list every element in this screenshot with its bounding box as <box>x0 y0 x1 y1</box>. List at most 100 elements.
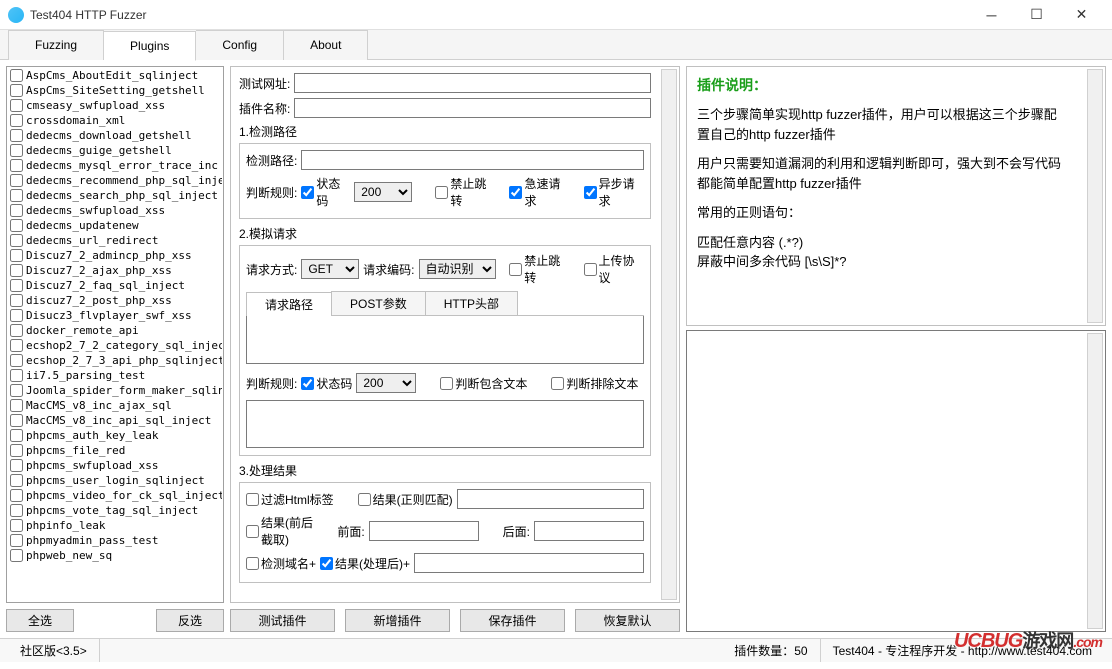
status-code-check[interactable] <box>301 186 314 199</box>
plugin-checkbox[interactable] <box>10 459 23 472</box>
plugin-checkbox[interactable] <box>10 504 23 517</box>
plugin-checkbox[interactable] <box>10 444 23 457</box>
plugin-checkbox[interactable] <box>10 279 23 292</box>
minimize-button[interactable]: ─ <box>969 1 1014 29</box>
req-body-textarea[interactable] <box>246 316 644 364</box>
status-code-check2[interactable] <box>301 377 314 390</box>
plugin-list[interactable]: AspCms_AboutEdit_sqlinjectAspCms_SiteSet… <box>6 66 224 603</box>
plugin-checkbox[interactable] <box>10 354 23 367</box>
plugin-checkbox[interactable] <box>10 189 23 202</box>
new-plugin-button[interactable]: 新增插件 <box>345 609 450 632</box>
plugin-item[interactable]: crossdomain_xml <box>8 113 222 128</box>
async-req-check[interactable] <box>584 186 597 199</box>
result-after-check[interactable] <box>320 557 333 570</box>
plugin-item[interactable]: MacCMS_v8_inc_api_sql_inject <box>8 413 222 428</box>
plugin-item[interactable]: AspCms_SiteSetting_getshell <box>8 83 222 98</box>
req-encoding-select[interactable]: 自动识别 <box>419 259 496 279</box>
test-plugin-button[interactable]: 测试插件 <box>230 609 335 632</box>
plugin-checkbox[interactable] <box>10 264 23 277</box>
plugin-item[interactable]: phpcms_swfupload_xss <box>8 458 222 473</box>
plugin-item[interactable]: dedecms_download_getshell <box>8 128 222 143</box>
no-redirect-check2[interactable] <box>509 263 522 276</box>
invert-select-button[interactable]: 反选 <box>156 609 224 632</box>
result-after-input[interactable] <box>414 553 644 573</box>
plugin-checkbox[interactable] <box>10 414 23 427</box>
detect-path-input[interactable] <box>301 150 644 170</box>
plugin-checkbox[interactable] <box>10 114 23 127</box>
plugin-item[interactable]: dedecms_mysql_error_trace_inc <box>8 158 222 173</box>
status-code-select2[interactable]: 200 <box>356 373 416 393</box>
judge-exclude-check[interactable] <box>551 377 564 390</box>
plugin-checkbox[interactable] <box>10 474 23 487</box>
plugin-checkbox[interactable] <box>10 144 23 157</box>
plugin-item[interactable]: ecshop2_7_2_category_sql_injec <box>8 338 222 353</box>
plugin-checkbox[interactable] <box>10 429 23 442</box>
plugin-checkbox[interactable] <box>10 519 23 532</box>
plugin-item[interactable]: Discuz7_2_faq_sql_inject <box>8 278 222 293</box>
req-method-select[interactable]: GET <box>301 259 359 279</box>
plugin-item[interactable]: phpcms_video_for_ck_sql_inject <box>8 488 222 503</box>
plugin-checkbox[interactable] <box>10 549 23 562</box>
plugin-checkbox[interactable] <box>10 294 23 307</box>
plugin-checkbox[interactable] <box>10 534 23 547</box>
plugin-item[interactable]: Joomla_spider_form_maker_sqlin <box>8 383 222 398</box>
select-all-button[interactable]: 全选 <box>6 609 74 632</box>
result-cut-check[interactable] <box>246 525 259 538</box>
plugin-name-input[interactable] <box>294 98 651 118</box>
plugin-item[interactable]: Disucz3_flvplayer_swf_xss <box>8 308 222 323</box>
plugin-item[interactable]: dedecms_updatenew <box>8 218 222 233</box>
plugin-item[interactable]: phpcms_vote_tag_sql_inject <box>8 503 222 518</box>
plugin-item[interactable]: AspCms_AboutEdit_sqlinject <box>8 68 222 83</box>
plugin-item[interactable]: dedecms_guige_getshell <box>8 143 222 158</box>
plugin-checkbox[interactable] <box>10 204 23 217</box>
plugin-checkbox[interactable] <box>10 369 23 382</box>
plugin-checkbox[interactable] <box>10 324 23 337</box>
plugin-item[interactable]: Discuz7_2_admincp_php_xss <box>8 248 222 263</box>
test-url-input[interactable] <box>294 73 651 93</box>
plugin-checkbox[interactable] <box>10 399 23 412</box>
status-code-select[interactable]: 200 <box>354 182 412 202</box>
plugin-item[interactable]: phpcms_auth_key_leak <box>8 428 222 443</box>
plugin-item[interactable]: dedecms_swfupload_xss <box>8 203 222 218</box>
plugin-item[interactable]: dedecms_recommend_php_sql_inje <box>8 173 222 188</box>
plugin-checkbox[interactable] <box>10 69 23 82</box>
tab-fuzzing[interactable]: Fuzzing <box>8 30 104 60</box>
plugin-checkbox[interactable] <box>10 384 23 397</box>
filter-html-check[interactable] <box>246 493 259 506</box>
plugin-item[interactable]: cmseasy_swfupload_xss <box>8 98 222 113</box>
restore-default-button[interactable]: 恢复默认 <box>575 609 680 632</box>
plugin-checkbox[interactable] <box>10 309 23 322</box>
plugin-item[interactable]: docker_remote_api <box>8 323 222 338</box>
sub-tab-post-params[interactable]: POST参数 <box>331 291 426 315</box>
plugin-checkbox[interactable] <box>10 174 23 187</box>
result-regex-check[interactable] <box>358 493 371 506</box>
plugin-checkbox[interactable] <box>10 339 23 352</box>
plugin-item[interactable]: phpmyadmin_pass_test <box>8 533 222 548</box>
plugin-item[interactable]: Discuz7_2_ajax_php_xss <box>8 263 222 278</box>
judge-contains-check[interactable] <box>440 377 453 390</box>
close-button[interactable]: ✕ <box>1059 1 1104 29</box>
plugin-checkbox[interactable] <box>10 129 23 142</box>
plugin-checkbox[interactable] <box>10 249 23 262</box>
maximize-button[interactable]: ☐ <box>1014 1 1059 29</box>
plugin-item[interactable]: ecshop_2_7_3_api_php_sqlinject <box>8 353 222 368</box>
plugin-item[interactable]: ii7.5_parsing_test <box>8 368 222 383</box>
plugin-item[interactable]: phpinfo_leak <box>8 518 222 533</box>
tab-plugins[interactable]: Plugins <box>104 31 196 61</box>
plugin-item[interactable]: phpcms_file_red <box>8 443 222 458</box>
tab-about[interactable]: About <box>284 30 368 60</box>
plugin-item[interactable]: phpweb_new_sq <box>8 548 222 563</box>
plugin-item[interactable]: discuz7_2_post_php_xss <box>8 293 222 308</box>
save-plugin-button[interactable]: 保存插件 <box>460 609 565 632</box>
plugin-checkbox[interactable] <box>10 84 23 97</box>
upload-proto-check[interactable] <box>584 263 597 276</box>
sub-tab-http-header[interactable]: HTTP头部 <box>425 291 518 315</box>
plugin-item[interactable]: phpcms_user_login_sqlinject <box>8 473 222 488</box>
result-box[interactable] <box>686 330 1106 632</box>
back-input[interactable] <box>534 521 644 541</box>
plugin-checkbox[interactable] <box>10 99 23 112</box>
tab-config[interactable]: Config <box>196 30 284 60</box>
plugin-item[interactable]: MacCMS_v8_inc_ajax_sql <box>8 398 222 413</box>
front-input[interactable] <box>369 521 479 541</box>
detect-domain-check[interactable] <box>246 557 259 570</box>
